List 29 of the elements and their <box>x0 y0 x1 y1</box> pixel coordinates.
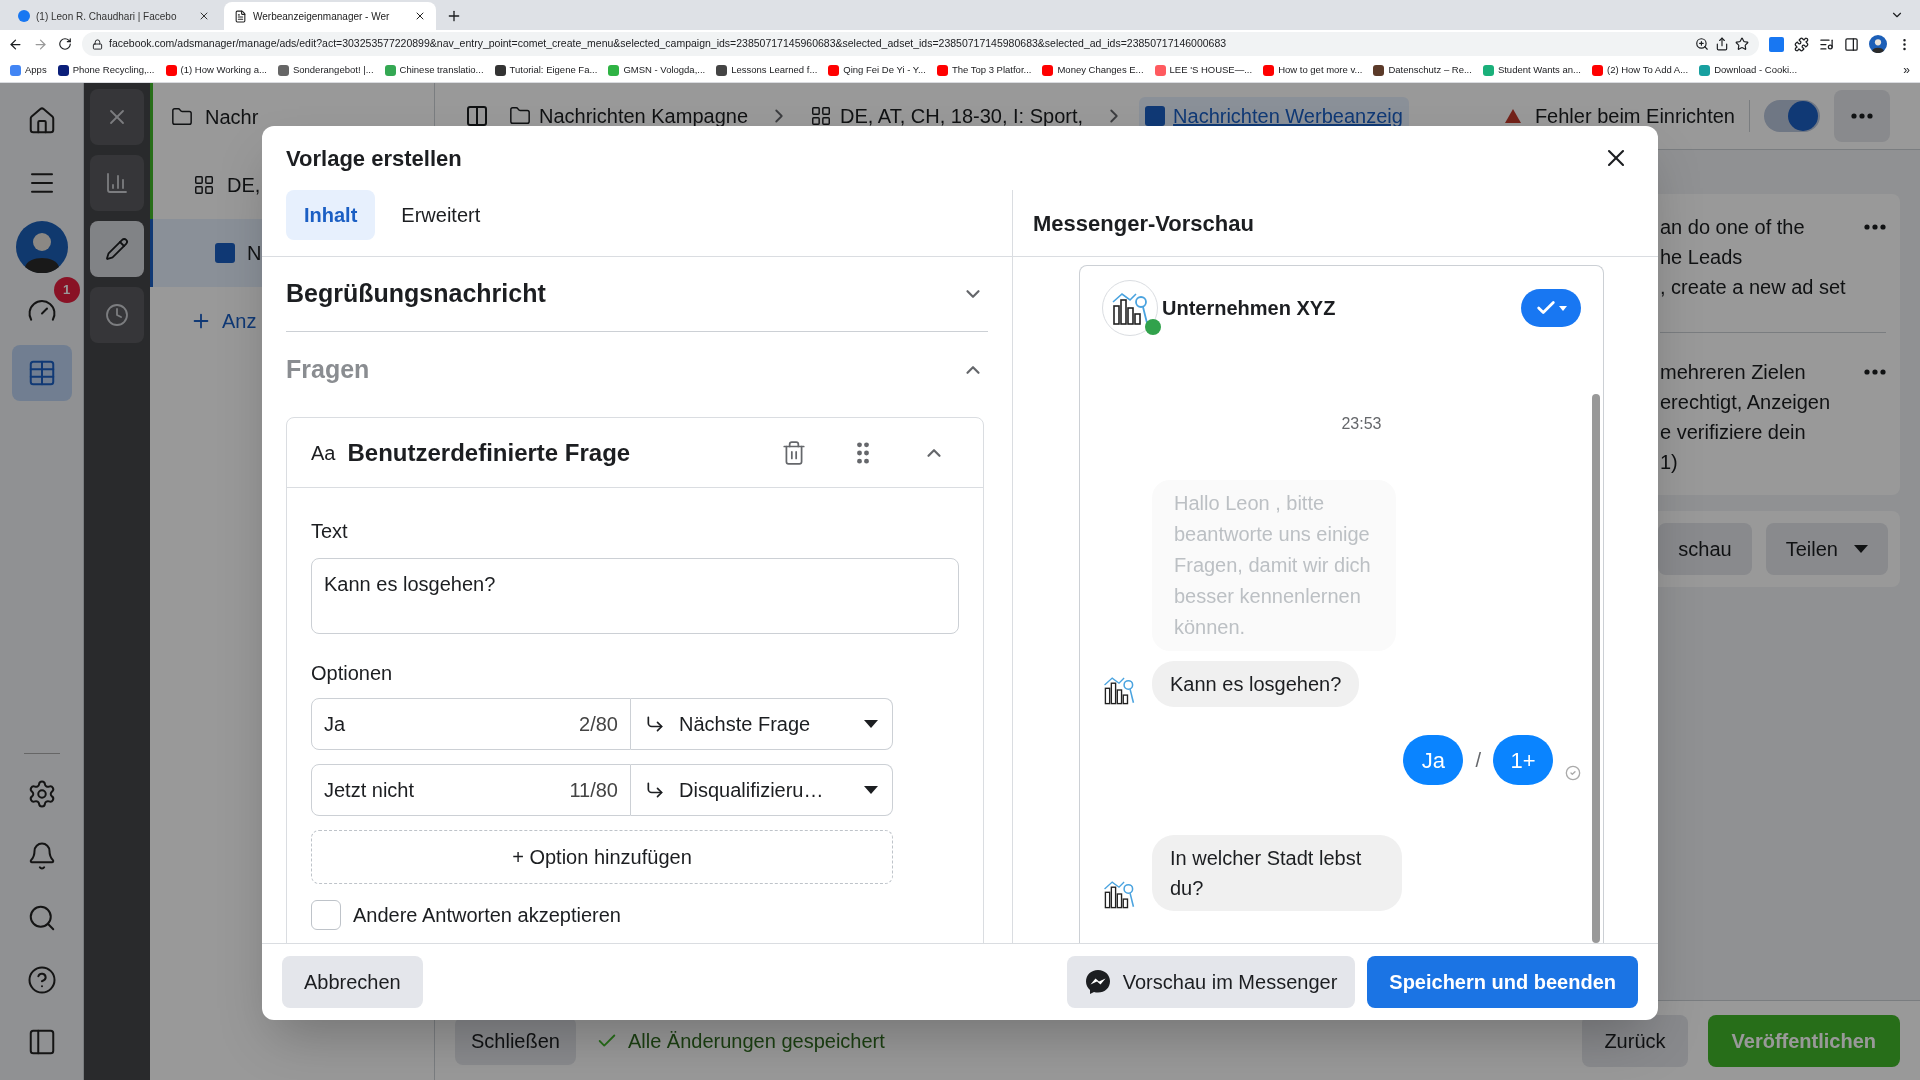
notice-text: he Leads <box>1660 245 1744 270</box>
preview-title: Messenger-Vorschau <box>1033 209 1254 238</box>
text-type-icon: Aa <box>311 437 336 468</box>
field-label: Text <box>311 519 349 544</box>
notice-text: mehreren Zielen <box>1660 360 1807 385</box>
notice-text: e verifiziere dein <box>1660 420 1807 445</box>
notice-text: an do one of the <box>1660 215 1806 240</box>
question-title: Benutzerdefinierte Frage <box>347 437 632 468</box>
tab-title: Werbeanzeigenmanager - Wer <box>253 9 390 24</box>
question-bubble: In welcher Stadt lebst du? <box>1152 835 1402 911</box>
character-count: 11/80 <box>569 778 618 803</box>
notification-badge: 1 <box>53 277 80 303</box>
notice-text: 1) <box>1660 450 1679 475</box>
checkbox-label: Andere Antworten akzeptieren <box>353 903 621 928</box>
option-value: Jetzt nicht <box>324 778 415 803</box>
separator: / <box>1475 748 1481 773</box>
notice-text: , create a new ad set <box>1660 275 1846 300</box>
character-count: 2/80 <box>579 712 618 737</box>
saved-status: Alle Änderungen gespeichert <box>627 1028 885 1054</box>
page-name: Unternehmen XYZ <box>1162 296 1337 321</box>
question-bubble: Kann es losgehen? <box>1152 661 1360 707</box>
tab-title: (1) Leon R. Chaudhari | Facebo <box>36 9 177 24</box>
message-time: 23:53 <box>1340 414 1383 434</box>
greeting-message: Hallo Leon , bitte beantworte uns einige Fragen, damit wir dich besser kennenlernen können. <box>1152 480 1396 651</box>
notice-text: erechtigt, Anzeigen <box>1660 390 1831 415</box>
option-value: Ja <box>324 712 346 737</box>
status-text: Fehler beim Einrichten <box>1534 104 1735 129</box>
url-text: facebook.com/adsmanager/manage/ads/edit?act=303253577220899&nav_entry_point=comet_create_menu&selected_campaign_ids=23850717145960683&selected_adset_ids=23850717145980683&selected_ad_ids=23850717146000683 <box>109 36 1227 52</box>
field-label: Optionen <box>311 661 394 686</box>
